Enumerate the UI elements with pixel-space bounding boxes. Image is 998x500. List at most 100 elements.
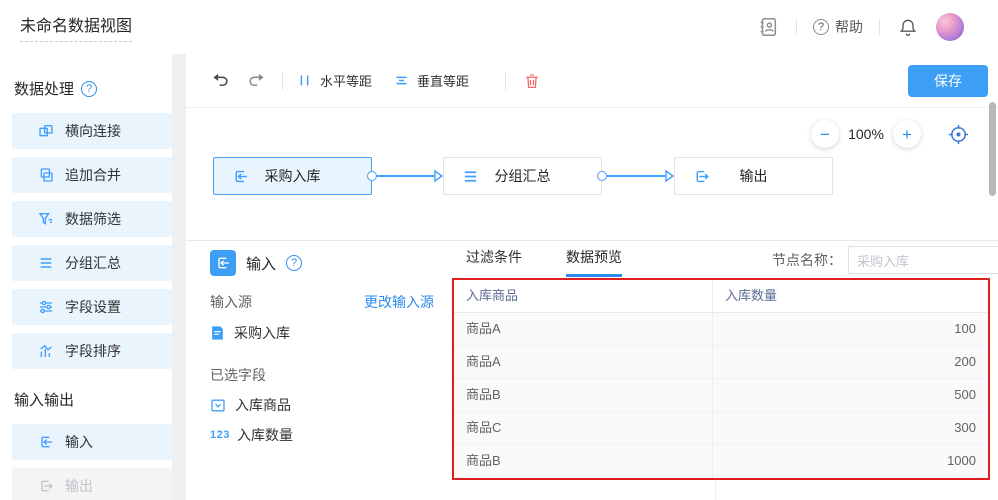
tab-data-preview[interactable]: 数据预览 xyxy=(566,241,622,277)
zoom-controls: − 100% + xyxy=(811,120,970,148)
undo-icon[interactable] xyxy=(208,69,232,93)
connector-arrow-icon xyxy=(665,170,674,182)
cell-product: 商品B xyxy=(454,379,713,411)
delete-trash-icon[interactable] xyxy=(520,69,544,93)
toolbar-divider xyxy=(505,72,506,90)
locate-center-icon[interactable] xyxy=(947,123,970,146)
zoom-in-button[interactable]: + xyxy=(893,120,921,148)
sidebar-item-input[interactable]: 输入 xyxy=(12,424,172,460)
sidebar-item-field-sort[interactable]: 字段排序 xyxy=(12,333,172,369)
tab-filter-conditions[interactable]: 过滤条件 xyxy=(466,241,522,277)
input-icon xyxy=(232,168,249,185)
cell-quantity: 300 xyxy=(713,412,988,444)
flow-canvas[interactable]: − 100% + 采购入库 分组汇总 xyxy=(186,108,998,240)
sidebar-section-io: 输入输出 xyxy=(14,389,172,410)
table-row: 商品C 300 xyxy=(454,412,988,445)
panel-title: 输入 xyxy=(246,253,276,274)
field-name: 入库数量 xyxy=(237,425,293,445)
sidebar-item-label: 追加合并 xyxy=(65,165,121,185)
cell-product: 商品B xyxy=(454,445,713,478)
cell-quantity: 200 xyxy=(713,346,988,378)
input-icon xyxy=(38,434,54,450)
connector-arrow-icon xyxy=(434,170,443,182)
app-header: 未命名数据视图 ? 帮助 xyxy=(0,0,998,54)
cell-quantity: 500 xyxy=(713,379,988,411)
input-source-label: 输入源 xyxy=(210,292,252,312)
help-label: 帮助 xyxy=(835,17,863,37)
sidebar-item-label: 横向连接 xyxy=(65,121,121,141)
save-button[interactable]: 保存 xyxy=(908,65,988,97)
user-avatar[interactable] xyxy=(936,13,964,41)
flow-node-output[interactable]: 输出 xyxy=(674,157,833,195)
table-row: 商品A 100 xyxy=(454,313,988,346)
sidebar-item-label: 分组汇总 xyxy=(65,253,121,273)
node-name-input[interactable] xyxy=(848,246,998,274)
connector-line xyxy=(607,175,665,177)
bell-icon[interactable] xyxy=(896,15,920,39)
sliders-icon xyxy=(38,299,54,315)
help-circle-icon[interactable]: ? xyxy=(286,255,302,271)
page-title[interactable]: 未命名数据视图 xyxy=(20,12,132,42)
help-button[interactable]: ? 帮助 xyxy=(813,17,863,37)
sidebar-item-field-settings[interactable]: 字段设置 xyxy=(12,289,172,325)
sidebar-item-append-merge[interactable]: 追加合并 xyxy=(12,157,172,193)
vertical-scrollbar[interactable] xyxy=(989,102,996,196)
node-name-field: 节点名称： xyxy=(772,246,998,274)
vertical-spacing-label: 垂直等距 xyxy=(417,71,469,90)
table-row: 商品B 1000 xyxy=(454,445,988,478)
flow-node-purchase-inbound[interactable]: 采购入库 xyxy=(213,157,372,195)
sidebar-item-horizontal-join[interactable]: 横向连接 xyxy=(12,113,172,149)
redo-icon[interactable] xyxy=(244,69,268,93)
source-name-row: 采购入库 xyxy=(210,323,434,343)
sidebar-item-label: 字段设置 xyxy=(65,297,121,317)
selected-fields-label: 已选字段 xyxy=(210,365,434,385)
sidebar-item-data-filter[interactable]: 数据筛选 xyxy=(12,201,172,237)
horizontal-spacing-label: 水平等距 xyxy=(320,71,372,90)
merge-squares-icon xyxy=(38,167,54,183)
column-header: 入库商品 xyxy=(454,280,713,312)
change-source-link[interactable]: 更改输入源 xyxy=(364,292,434,312)
output-icon xyxy=(693,168,710,185)
sidebar-section-data-processing: 数据处理 ? xyxy=(14,78,172,99)
connector-port xyxy=(597,171,607,181)
sidebar: 数据处理 ? 横向连接 追加合并 数据筛选 分组汇总 字段设置 字 xyxy=(0,54,172,500)
connector-port xyxy=(367,171,377,181)
text-field-icon xyxy=(210,398,226,413)
header-divider xyxy=(879,19,880,35)
table-header-row: 入库商品 入库数量 xyxy=(454,280,988,313)
output-icon xyxy=(38,478,54,494)
node-detail-panel: 输入 ? 输入源 更改输入源 采购入库 已选字段 入库商品 xyxy=(186,240,998,500)
sidebar-item-label: 字段排序 xyxy=(65,341,121,361)
list-lines-icon xyxy=(38,255,54,271)
horizontal-spacing-button[interactable]: 水平等距 xyxy=(297,71,372,90)
header-divider xyxy=(796,19,797,35)
toolbar-divider xyxy=(282,72,283,90)
contacts-book-icon[interactable] xyxy=(756,15,780,39)
flow-node-label: 分组汇总 xyxy=(495,166,551,186)
field-item-quantity: 123 入库数量 xyxy=(210,425,434,445)
main-area: 水平等距 垂直等距 保存 − 100% + xyxy=(186,54,998,500)
flow-node-label: 采购入库 xyxy=(265,166,321,186)
filter-funnel-icon xyxy=(38,211,54,227)
input-source-row: 输入源 更改输入源 xyxy=(210,292,434,312)
source-name: 采购入库 xyxy=(234,323,290,343)
vertical-spacing-button[interactable]: 垂直等距 xyxy=(394,71,469,90)
vertical-spacing-icon xyxy=(394,73,409,88)
input-node-icon xyxy=(210,250,236,276)
header-actions: ? 帮助 xyxy=(756,13,964,41)
cell-quantity: 100 xyxy=(713,313,988,345)
node-name-label: 节点名称： xyxy=(772,250,842,270)
cell-product: 商品A xyxy=(454,313,713,345)
sidebar-item-group-summary[interactable]: 分组汇总 xyxy=(12,245,172,281)
data-preview-table-annotated: 入库商品 入库数量 商品A 100 商品A 200 商品B 500 商品C xyxy=(452,278,990,480)
file-icon xyxy=(210,325,225,341)
panel-header: 输入 ? xyxy=(210,250,434,276)
connector-line xyxy=(377,175,434,177)
zoom-out-button[interactable]: − xyxy=(811,120,839,148)
table-row: 商品B 500 xyxy=(454,379,988,412)
help-circle-icon[interactable]: ? xyxy=(81,81,97,97)
flow-node-group-summary[interactable]: 分组汇总 xyxy=(443,157,602,195)
section-title: 输入输出 xyxy=(14,389,74,410)
table-column-divider-continuation xyxy=(715,480,716,500)
sidebar-item-output[interactable]: 输出 xyxy=(12,468,172,500)
